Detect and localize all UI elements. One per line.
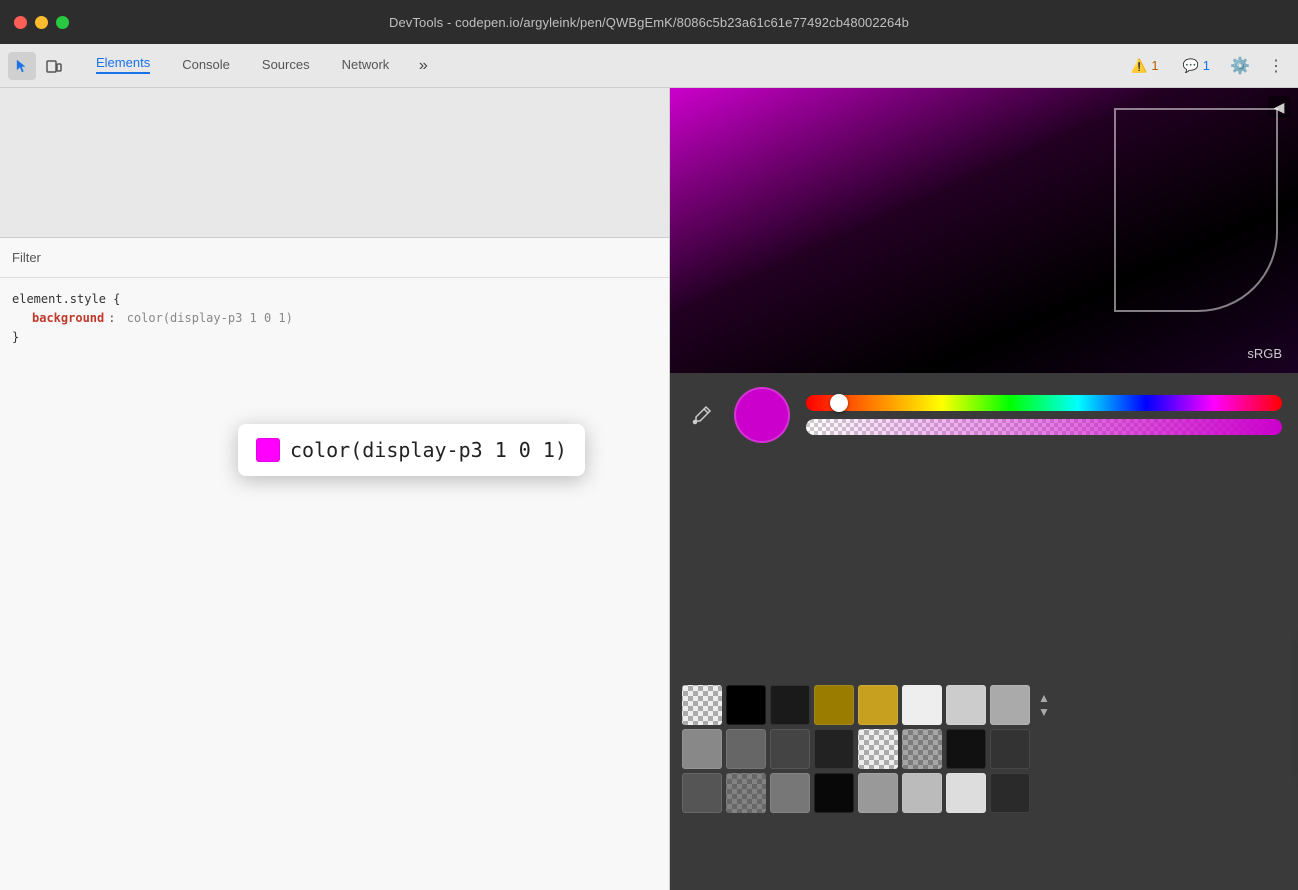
css-value: color(display-p3 1 0 1) [127,309,293,328]
tooltip-color-text: color(display-p3 1 0 1) [290,438,567,462]
gear-icon: ⚙️ [1230,56,1250,76]
window-controls [14,16,69,29]
css-selector: element.style { [12,290,657,309]
swatch-row-1: ▲ ▼ [682,685,1286,725]
element-preview [0,88,669,238]
swatch-gray2[interactable] [682,729,722,769]
alpha-slider[interactable] [806,419,1282,435]
tab-sources[interactable]: Sources [246,44,326,88]
sliders-area [806,395,1282,435]
swatch-dark1[interactable] [770,685,810,725]
swatch-gray7[interactable] [770,773,810,813]
swatch-dark4[interactable] [814,773,854,813]
left-panel: Filter element.style { background : colo… [0,88,670,890]
settings-button[interactable]: ⚙️ [1226,52,1254,80]
eyedropper-button[interactable] [686,399,718,431]
maximize-button[interactable] [56,16,69,29]
hue-slider[interactable] [806,395,1282,411]
warnings-button[interactable]: ⚠️ 1 [1123,54,1166,78]
color-controls [670,373,1298,457]
color-tooltip: color(display-p3 1 0 1) [238,424,585,476]
device-icon[interactable] [40,52,68,80]
css-colon: : [108,309,122,328]
swatch-scroll[interactable]: ▲ ▼ [1038,692,1050,718]
css-property: background [32,309,104,328]
window-title: DevTools - codepen.io/argyleink/pen/QWBg… [389,15,909,30]
tab-elements[interactable]: Elements [80,44,166,88]
filter-area: Filter [0,238,669,278]
title-bar: DevTools - codepen.io/argyleink/pen/QWBg… [0,0,1298,44]
right-panel: ◀ sRGB [670,88,1298,890]
tab-bar: Elements Console Sources Network » ⚠️ 1 … [0,44,1298,88]
swatch-gray5[interactable] [814,729,854,769]
srgb-label: sRGB [1247,346,1282,361]
tab-console[interactable]: Console [166,44,246,88]
messages-button[interactable]: 💬 1 [1175,54,1218,78]
scroll-up-icon[interactable]: ▲ [1038,692,1050,704]
dots-icon: ⋮ [1268,56,1284,76]
toolbar-icons [8,52,68,80]
swatch-row-3 [682,773,1286,813]
swatch-checker4[interactable] [726,773,766,813]
main-area: Filter element.style { background : colo… [0,88,1298,890]
swatch-gold1[interactable] [814,685,854,725]
swatch-gold2[interactable] [858,685,898,725]
swatch-dark3[interactable] [990,729,1030,769]
scroll-down-icon[interactable]: ▼ [1038,706,1050,718]
swatch-gray1[interactable] [990,685,1030,725]
chat-icon: 💬 [1183,58,1199,74]
css-close-brace: } [12,328,657,347]
toolbar-right: ⚠️ 1 💬 1 ⚙️ ⋮ [1123,52,1290,80]
tab-network[interactable]: Network [326,44,406,88]
swatch-gray6[interactable] [682,773,722,813]
swatch-gray4[interactable] [770,729,810,769]
gradient-canvas[interactable]: ◀ sRGB [670,88,1298,373]
cursor-icon[interactable] [8,52,36,80]
swatch-transparent[interactable] [682,685,722,725]
swatch-black[interactable] [726,685,766,725]
swatch-dark5[interactable] [990,773,1030,813]
tooltip-color-swatch[interactable] [256,438,280,462]
css-code-area: element.style { background : color(displ… [0,278,669,360]
swatch-light2[interactable] [946,685,986,725]
devtools-window: Elements Console Sources Network » ⚠️ 1 … [0,44,1298,890]
warn-icon: ⚠️ [1131,58,1147,74]
swatch-row-2 [682,729,1286,769]
color-preview-circle[interactable] [734,387,790,443]
swatch-light1[interactable] [902,685,942,725]
swatch-dark2[interactable] [946,729,986,769]
filter-label: Filter [12,250,41,265]
swatch-light3[interactable] [946,773,986,813]
more-tabs-button[interactable]: » [409,52,437,80]
more-options-button[interactable]: ⋮ [1262,52,1290,80]
swatch-gray8[interactable] [858,773,898,813]
swatch-checker2[interactable] [858,729,898,769]
minimize-button[interactable] [35,16,48,29]
close-button[interactable] [14,16,27,29]
swatches-area: ▲ ▼ [670,677,1298,890]
swatch-gray3[interactable] [726,729,766,769]
swatch-gray9[interactable] [902,773,942,813]
swatch-checker3[interactable] [902,729,942,769]
collapse-button[interactable]: ◀ [1268,96,1290,118]
